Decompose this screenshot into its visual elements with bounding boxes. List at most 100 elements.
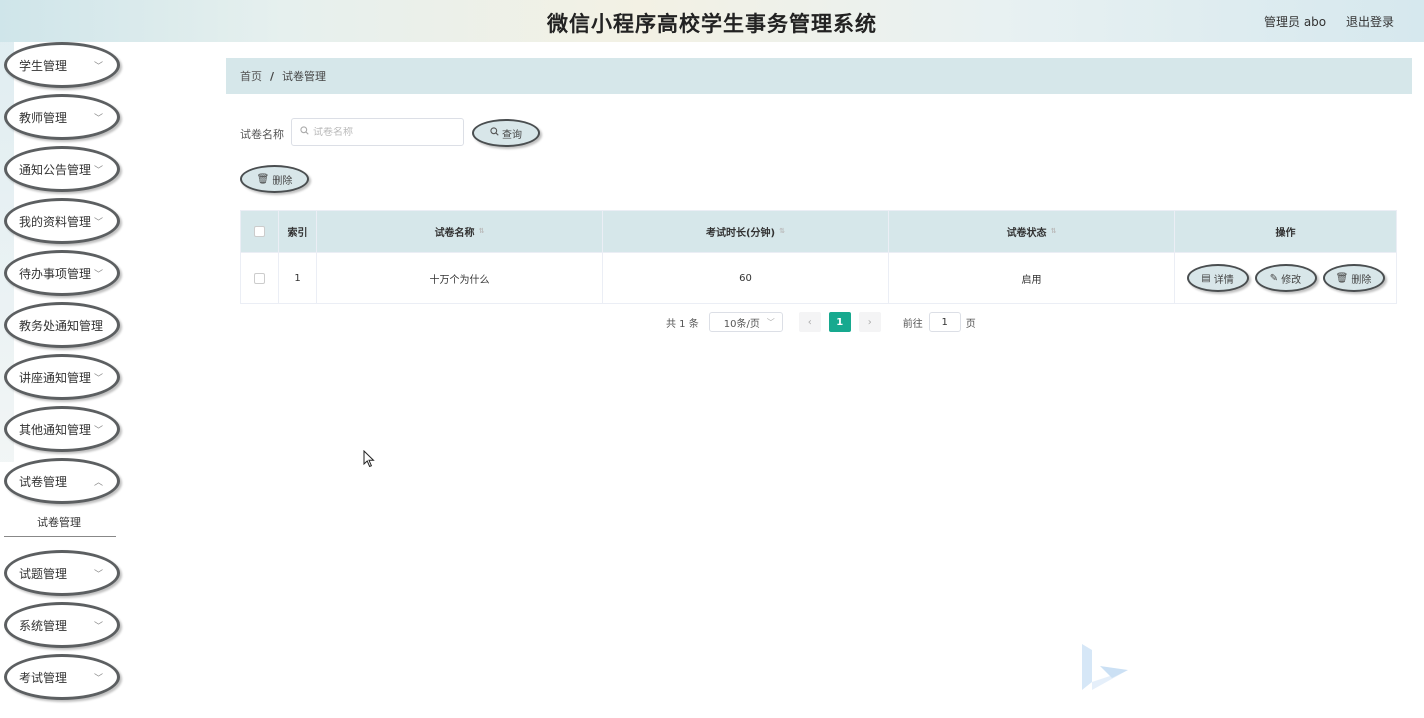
sidebar-item-label: 教师管理 <box>19 110 68 125</box>
trash-icon: 🗑 <box>1335 272 1349 284</box>
chevron-down-icon: ﹀ <box>93 166 103 176</box>
search-input[interactable] <box>313 126 453 138</box>
submenu-item-papers[interactable]: 试卷管理 <box>0 514 118 530</box>
row-actions: ▤ 详情 ✎ 修改 🗑 删除 <box>1186 264 1385 292</box>
chevron-down-icon: ﹀ <box>93 62 103 72</box>
page-size-select[interactable]: 10条/页 ﹀ <box>708 312 783 332</box>
chevron-down-icon: ﹀ <box>93 426 103 436</box>
sidebar: 学生管理 ﹀ 教师管理 ﹀ 通知公告管理 ﹀ 我的资料管理 ﹀ 待办事项管理 ﹀… <box>0 42 130 718</box>
sidebar-item-todos[interactable]: 待办事项管理 ﹀ <box>4 250 120 296</box>
header-user-area: 管理员 abo 退出登录 <box>1248 13 1394 30</box>
sidebar-item-label: 学生管理 <box>19 58 68 73</box>
chevron-down-icon: ﹀ <box>93 570 103 580</box>
sidebar-item-exams[interactable]: 考试管理 ﹀ <box>4 654 120 700</box>
breadcrumb-home[interactable]: 首页 <box>240 68 262 84</box>
sidebar-item-other-notices[interactable]: 其他通知管理 ﹀ <box>4 406 120 452</box>
chevron-down-icon: ﹀ <box>93 114 103 124</box>
sort-icon[interactable]: ⇅ <box>1051 228 1057 235</box>
table-row: 1 十万个为什么 60 启用 ▤ 详情 ✎ 修改 🗑 删除 <box>241 252 1396 303</box>
document-icon: ▤ <box>1201 272 1211 284</box>
sidebar-item-students[interactable]: 学生管理 ﹀ <box>4 42 120 88</box>
row-delete-label: 删除 <box>1351 274 1372 286</box>
breadcrumb-separator: / <box>270 69 275 83</box>
chevron-down-icon: ﹀ <box>93 622 103 632</box>
detail-button[interactable]: ▤ 详情 <box>1186 264 1249 292</box>
sidebar-item-papers[interactable]: 试卷管理 ︿ <box>4 458 120 504</box>
sidebar-item-label: 考试管理 <box>19 670 68 685</box>
search-field[interactable] <box>291 118 464 146</box>
chevron-down-icon: ﹀ <box>93 218 103 228</box>
sidebar-item-my-profile[interactable]: 我的资料管理 ﹀ <box>4 198 120 244</box>
sidebar-item-announcements[interactable]: 通知公告管理 ﹀ <box>4 146 120 192</box>
sidebar-item-label: 试卷管理 <box>19 474 68 489</box>
goto-page-input[interactable] <box>928 312 961 332</box>
row-index: 1 <box>279 253 317 303</box>
row-status: 启用 <box>889 253 1175 303</box>
chevron-down-icon: ﹀ <box>93 322 103 332</box>
current-user-label[interactable]: 管理员 abo <box>1264 15 1326 29</box>
sidebar-item-system[interactable]: 系统管理 ﹀ <box>4 602 120 648</box>
col-name-label: 试卷名称 <box>434 228 475 239</box>
page-size-value: 10条/页 <box>723 318 760 330</box>
row-checkbox[interactable] <box>254 272 265 284</box>
col-status-label: 试卷状态 <box>1006 228 1047 239</box>
edit-button[interactable]: ✎ 修改 <box>1254 264 1317 292</box>
col-ops-header: 操作 <box>1275 228 1296 239</box>
col-duration-label: 考试时长(分钟) <box>705 228 776 239</box>
search-label: 试卷名称 <box>240 128 284 141</box>
app-header: 微信小程序高校学生事务管理系统 管理员 abo 退出登录 <box>0 0 1424 42</box>
papers-table: 索引 试卷名称 ⇅ 考试时长(分钟) ⇅ 试卷状态 ⇅ 操作 1 十万个为什么 … <box>240 210 1397 304</box>
breadcrumb: 首页 / 试卷管理 <box>226 58 1412 94</box>
sidebar-item-label: 试题管理 <box>19 566 68 581</box>
pagination-total: 共 1 条 <box>666 318 699 330</box>
bulk-delete-label: 删除 <box>272 175 293 187</box>
sort-icon[interactable]: ⇅ <box>779 228 785 235</box>
chevron-down-icon: ﹀ <box>93 270 103 280</box>
search-button[interactable]: 查询 <box>472 119 540 147</box>
edit-button-label: 修改 <box>1281 274 1302 286</box>
page-number-current[interactable]: 1 <box>828 312 851 332</box>
sidebar-item-academic-notices[interactable]: 教务处通知管理 ﹀ <box>4 302 120 348</box>
sidebar-item-label: 讲座通知管理 <box>19 370 92 385</box>
submenu-divider <box>4 536 116 537</box>
sidebar-item-lecture-notices[interactable]: 讲座通知管理 ﹀ <box>4 354 120 400</box>
next-page-button[interactable]: › <box>858 312 881 332</box>
chevron-up-icon: ︿ <box>93 478 103 488</box>
col-index-header: 索引 <box>279 211 317 252</box>
mouse-cursor-icon <box>363 450 375 468</box>
sidebar-item-label: 系统管理 <box>19 618 68 633</box>
logout-link[interactable]: 退出登录 <box>1346 15 1394 29</box>
breadcrumb-current: 试卷管理 <box>282 70 327 83</box>
page-suffix: 页 <box>965 318 976 330</box>
select-all-checkbox[interactable] <box>254 226 265 237</box>
search-icon <box>300 126 309 138</box>
bulk-delete-button[interactable]: 🗑 删除 <box>240 165 309 193</box>
watermark-logo-icon <box>1082 644 1128 690</box>
row-paper-name: 十万个为什么 <box>317 253 603 303</box>
col-name-header[interactable]: 试卷名称 ⇅ <box>317 211 603 252</box>
pencil-icon: ✎ <box>1269 272 1279 284</box>
search-button-label: 查询 <box>502 129 522 141</box>
sidebar-item-label: 其他通知管理 <box>19 422 92 437</box>
table-header: 索引 试卷名称 ⇅ 考试时长(分钟) ⇅ 试卷状态 ⇅ 操作 <box>241 211 1396 252</box>
col-status-header[interactable]: 试卷状态 ⇅ <box>889 211 1175 252</box>
trash-icon: 🗑 <box>256 173 270 185</box>
sidebar-item-label: 我的资料管理 <box>19 214 92 229</box>
goto-label: 前往 <box>902 318 923 330</box>
chevron-down-icon: ﹀ <box>93 674 103 684</box>
row-duration: 60 <box>603 253 889 303</box>
chevron-down-icon: ﹀ <box>766 317 775 327</box>
col-duration-header[interactable]: 考试时长(分钟) ⇅ <box>603 211 889 252</box>
search-icon <box>490 127 499 139</box>
sidebar-item-label: 教务处通知管理 <box>19 318 104 333</box>
pagination: 共 1 条 10条/页 ﹀ ‹ 1 › 前往 页 <box>666 312 976 332</box>
prev-page-button[interactable]: ‹ <box>798 312 821 332</box>
app-title: 微信小程序高校学生事务管理系统 <box>547 12 877 36</box>
sidebar-item-teachers[interactable]: 教师管理 ﹀ <box>4 94 120 140</box>
sidebar-item-questions[interactable]: 试题管理 ﹀ <box>4 550 120 596</box>
chevron-down-icon: ﹀ <box>93 374 103 384</box>
row-delete-button[interactable]: 🗑 删除 <box>1322 264 1385 292</box>
detail-button-label: 详情 <box>1213 274 1234 286</box>
sidebar-item-label: 通知公告管理 <box>19 162 92 177</box>
sort-icon[interactable]: ⇅ <box>479 228 485 235</box>
